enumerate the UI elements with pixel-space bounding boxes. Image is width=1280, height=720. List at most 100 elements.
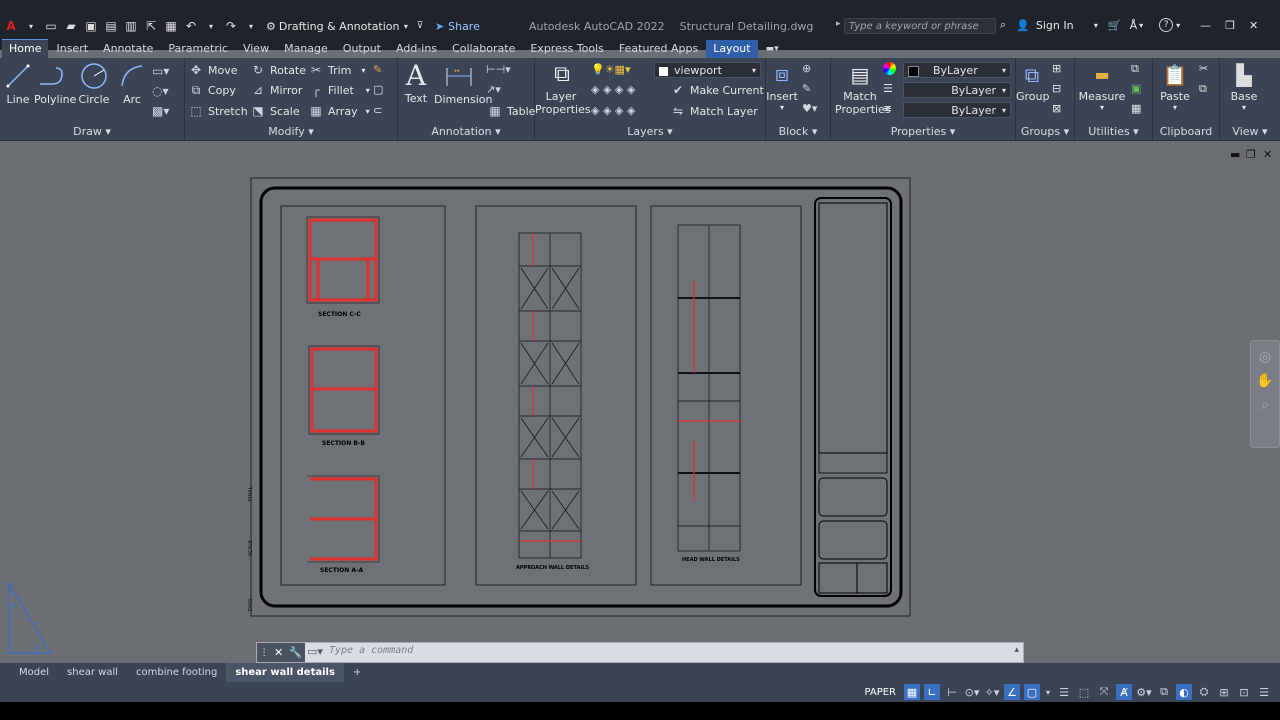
scale-button[interactable]: ⬔ Scale: [251, 104, 299, 118]
osnap-dropdown-icon[interactable]: ▾: [1044, 684, 1052, 700]
layer-tools-row3[interactable]: ◈ ◈ ◈ ◈: [591, 104, 635, 117]
tab-insert[interactable]: Insert: [49, 40, 95, 58]
ortho-icon[interactable]: ⊢: [944, 684, 960, 700]
minimize-icon[interactable]: —: [1200, 19, 1211, 32]
gizmo-icon[interactable]: ⤧: [1096, 684, 1112, 700]
panel-title-layers[interactable]: Layers ▾: [535, 125, 765, 138]
zoom-extents-icon[interactable]: ⌕: [1251, 397, 1279, 413]
calculator-icon[interactable]: ▦: [1131, 102, 1141, 115]
close-command-icon[interactable]: ✕: [274, 646, 283, 659]
close-icon[interactable]: ✕: [1249, 19, 1258, 32]
offset-icon[interactable]: ⊂: [373, 104, 382, 117]
snap-icon[interactable]: ∟: [924, 684, 940, 700]
panel-title-block[interactable]: Block ▾: [766, 125, 830, 138]
rectangle-icon[interactable]: ▭▾: [152, 64, 169, 78]
search-input[interactable]: Type a keyword or phrase: [844, 18, 996, 34]
command-history-icon[interactable]: ▭▾: [307, 645, 323, 658]
help-dropdown-icon[interactable]: ▾: [1176, 21, 1180, 30]
paste-button[interactable]: 📋 Paste ▾: [1157, 60, 1193, 112]
tab-add-ins[interactable]: Add-ins: [389, 40, 444, 58]
panel-title-properties[interactable]: Properties ▾: [831, 125, 1015, 138]
panel-title-groups[interactable]: Groups ▾: [1016, 125, 1074, 138]
leader-icon[interactable]: ↗▾: [486, 83, 501, 96]
gradient-icon[interactable]: ▩▾: [152, 104, 169, 118]
customize-icon[interactable]: 🔧: [289, 646, 303, 659]
tab-manage[interactable]: Manage: [277, 40, 335, 58]
add-layout-icon[interactable]: +: [344, 663, 370, 682]
save-icon[interactable]: ▣: [84, 19, 98, 33]
clean-screen-icon[interactable]: ⛭: [1196, 684, 1212, 700]
autodesk-app-icon[interactable]: Å: [1130, 19, 1138, 32]
polyline-button[interactable]: Polyline: [34, 62, 76, 106]
isolate-icon[interactable]: ⧉: [1156, 684, 1172, 700]
panel-title-annotation[interactable]: Annotation ▾: [398, 125, 534, 138]
command-input[interactable]: Type a command: [329, 645, 413, 656]
ribbon-toggle-icon[interactable]: ▬▾: [759, 40, 786, 58]
edit-block-icon[interactable]: ✎: [802, 82, 811, 95]
measure-button[interactable]: ▬ Measure ▾: [1077, 60, 1127, 112]
cut-icon[interactable]: ✂: [1199, 62, 1208, 75]
user-icon[interactable]: 👤: [1016, 19, 1030, 32]
tab-parametric[interactable]: Parametric: [161, 40, 235, 58]
circle-button[interactable]: Circle: [78, 62, 110, 106]
copy-clip-icon[interactable]: ⧉: [1199, 82, 1207, 96]
match-layer-button[interactable]: ⇋ Match Layer: [671, 104, 758, 118]
layer-properties-button[interactable]: ⧉ Layer Properties: [535, 60, 591, 116]
cart-icon[interactable]: 🛒: [1108, 19, 1122, 32]
quick-select-icon[interactable]: ⧉: [1131, 62, 1139, 76]
hatch-icon[interactable]: ◌▾: [152, 84, 169, 98]
dropdown-icon[interactable]: ▾: [24, 19, 38, 33]
table-button[interactable]: ▦ Table: [488, 104, 535, 118]
quick-properties-icon[interactable]: ⊡: [1236, 684, 1252, 700]
help-icon[interactable]: ?: [1159, 18, 1174, 32]
explode-icon[interactable]: ▢: [373, 83, 383, 96]
redo-icon[interactable]: ↷: [224, 19, 238, 33]
share-button[interactable]: ➤ Share: [435, 20, 480, 33]
lineweight-icon[interactable]: ≡: [883, 102, 892, 115]
dimension-button[interactable]: ↔ Dimension: [434, 62, 492, 106]
edit-attributes-icon[interactable]: ♥▾: [802, 102, 817, 115]
new-icon[interactable]: ▭: [44, 19, 58, 33]
hardware-acceleration-icon[interactable]: ◐: [1176, 684, 1192, 700]
text-button[interactable]: A Text: [400, 60, 432, 106]
customize-qat-icon[interactable]: ⊽: [413, 19, 427, 33]
copy-button[interactable]: ⧉ Copy: [189, 83, 236, 97]
group-edit-icon[interactable]: ⊟: [1052, 82, 1061, 95]
base-button[interactable]: ▙ Base ▾: [1226, 60, 1262, 112]
tab-express-tools[interactable]: Express Tools: [523, 40, 611, 58]
panel-title-draw[interactable]: Draw ▾: [0, 125, 184, 138]
app-dropdown-icon[interactable]: ▾: [1139, 21, 1143, 30]
selection-cycling-icon[interactable]: ⬚: [1076, 684, 1092, 700]
move-button[interactable]: ✥ Move: [189, 63, 238, 77]
grid-icon[interactable]: ▦: [904, 684, 920, 700]
app-menu-icon[interactable]: A: [4, 19, 18, 33]
linetype-dropdown[interactable]: ByLayer ▾: [903, 82, 1011, 98]
search-arrow-icon[interactable]: ▸: [836, 19, 841, 29]
tab-collaborate[interactable]: Collaborate: [445, 40, 522, 58]
group-button[interactable]: ⧉ Group: [1016, 60, 1050, 103]
make-current-button[interactable]: ✔ Make Current: [671, 83, 764, 97]
color-wheel-icon[interactable]: [883, 62, 896, 75]
lineweight-toggle-icon[interactable]: ☰: [1056, 684, 1072, 700]
panel-title-modify[interactable]: Modify ▾: [185, 125, 397, 138]
group-select-icon[interactable]: ⊠: [1052, 102, 1061, 115]
sign-in-label[interactable]: Sign In: [1036, 19, 1094, 32]
menu-icon[interactable]: ☰: [1256, 684, 1272, 700]
stretch-button[interactable]: ⬚ Stretch: [189, 104, 247, 118]
tab-view[interactable]: View: [236, 40, 276, 58]
tab-combine-footing[interactable]: combine footing: [127, 663, 226, 682]
panel-title-utilities[interactable]: Utilities ▾: [1075, 125, 1152, 138]
open-icon[interactable]: ▰: [64, 19, 78, 33]
tab-home[interactable]: Home: [2, 39, 49, 58]
insert-button[interactable]: ⧈ Insert ▾: [766, 60, 798, 112]
isodraft-icon[interactable]: ✧▾: [984, 684, 1000, 700]
save-as-icon[interactable]: ▤: [104, 19, 118, 33]
paper-space-toggle[interactable]: PAPER: [864, 687, 896, 698]
polar-icon[interactable]: ⊙▾: [964, 684, 980, 700]
export-icon[interactable]: ⇱: [144, 19, 158, 33]
match-properties-button[interactable]: ▤ Match Properties: [835, 60, 891, 116]
annotation-scale-icon[interactable]: Ⱥ: [1116, 684, 1132, 700]
create-block-icon[interactable]: ⊕: [802, 62, 811, 75]
layer-dropdown[interactable]: viewport ▾: [654, 62, 761, 78]
trim-button[interactable]: ✂ Trim ▾: [309, 63, 365, 77]
